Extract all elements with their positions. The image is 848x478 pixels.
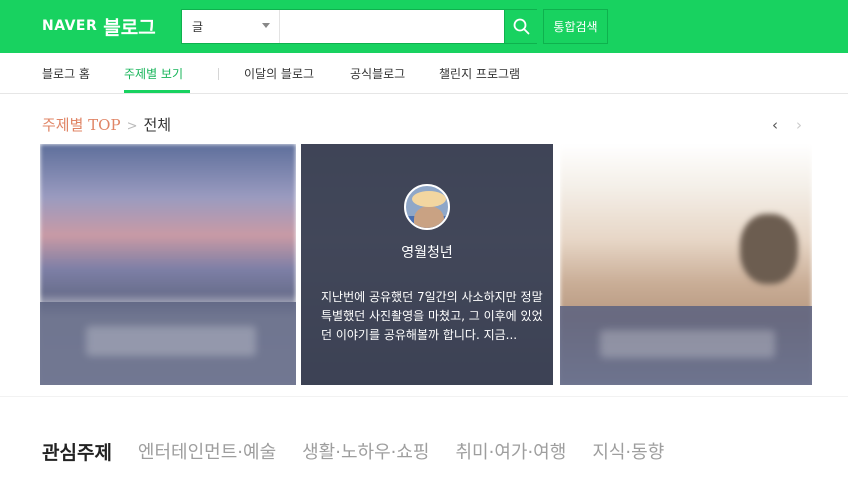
interest-tab-entertainment[interactable]: 엔터테인먼트·예술 — [138, 438, 276, 464]
blurred-figure — [740, 214, 798, 284]
blurred-caption — [600, 330, 775, 358]
search-type-label: 글 — [192, 20, 204, 34]
nav-item-official-blog[interactable]: 공식블로그 — [350, 65, 405, 82]
total-search-button[interactable]: 통합검색 — [543, 9, 608, 44]
nav-divider — [218, 68, 219, 80]
section-divider — [0, 396, 848, 397]
search-input[interactable] — [281, 10, 503, 43]
breadcrumb-root[interactable]: 주제별 TOP — [42, 116, 121, 134]
interest-topics-row: 관심주제 엔터테인먼트·예술 생활·노하우·쇼핑 취미·여가·여행 지식·동향 — [42, 437, 690, 465]
author-name[interactable]: 영월청년 — [301, 242, 553, 262]
search-bar: 글 — [181, 9, 537, 44]
search-icon — [513, 18, 530, 35]
logo-naver-text: NAVER — [42, 18, 98, 34]
nav-item-blog-of-month[interactable]: 이달의 블로그 — [244, 65, 314, 82]
logo-blog-text: 블로그 — [103, 16, 156, 39]
search-type-select[interactable]: 글 — [182, 10, 280, 43]
author-avatar[interactable] — [404, 184, 450, 230]
nav-item-topic-view[interactable]: 주제별 보기 — [124, 65, 183, 82]
chevron-left-icon[interactable]: ‹ — [764, 114, 786, 136]
blurred-caption — [86, 326, 256, 356]
nav-active-underline — [124, 90, 190, 93]
breadcrumb-separator-icon: > — [126, 119, 138, 134]
featured-post-card[interactable] — [560, 144, 812, 385]
interest-title: 관심주제 — [42, 441, 112, 464]
featured-posts-carousel: 영월청년 지난번에 공유했던 7일간의 사소하지만 정말 특별했던 사진촬영을 … — [40, 144, 812, 385]
breadcrumb: 주제별 TOP > 전체 — [42, 114, 171, 135]
post-hover-shade — [301, 144, 553, 385]
chevron-right-icon[interactable]: › — [788, 114, 810, 136]
interest-tab-knowledge[interactable]: 지식·동향 — [592, 438, 664, 464]
naver-blog-logo[interactable]: NAVER 블로그 — [42, 13, 156, 39]
featured-post-card-active[interactable]: 영월청년 지난번에 공유했던 7일간의 사소하지만 정말 특별했던 사진촬영을 … — [301, 144, 553, 385]
search-button[interactable] — [504, 10, 537, 43]
interest-tab-hobby[interactable]: 취미·여가·여행 — [456, 438, 567, 464]
caret-down-icon — [262, 23, 270, 28]
breadcrumb-current: 전체 — [143, 116, 172, 134]
main-nav: 블로그 홈 주제별 보기 이달의 블로그 공식블로그 챌린지 프로그램 — [0, 53, 848, 94]
top-header: NAVER 블로그 글 통합검색 — [0, 0, 848, 53]
nav-item-challenge-program[interactable]: 챌린지 프로그램 — [439, 65, 520, 82]
interest-tab-living[interactable]: 생활·노하우·쇼핑 — [302, 438, 429, 464]
nav-item-blog-home[interactable]: 블로그 홈 — [42, 65, 90, 82]
carousel-arrows: ‹ › — [764, 114, 812, 136]
featured-post-card[interactable] — [40, 144, 296, 385]
post-excerpt: 지난번에 공유했던 7일간의 사소하지만 정말 특별했던 사진촬영을 마쳤고, … — [321, 290, 543, 342]
